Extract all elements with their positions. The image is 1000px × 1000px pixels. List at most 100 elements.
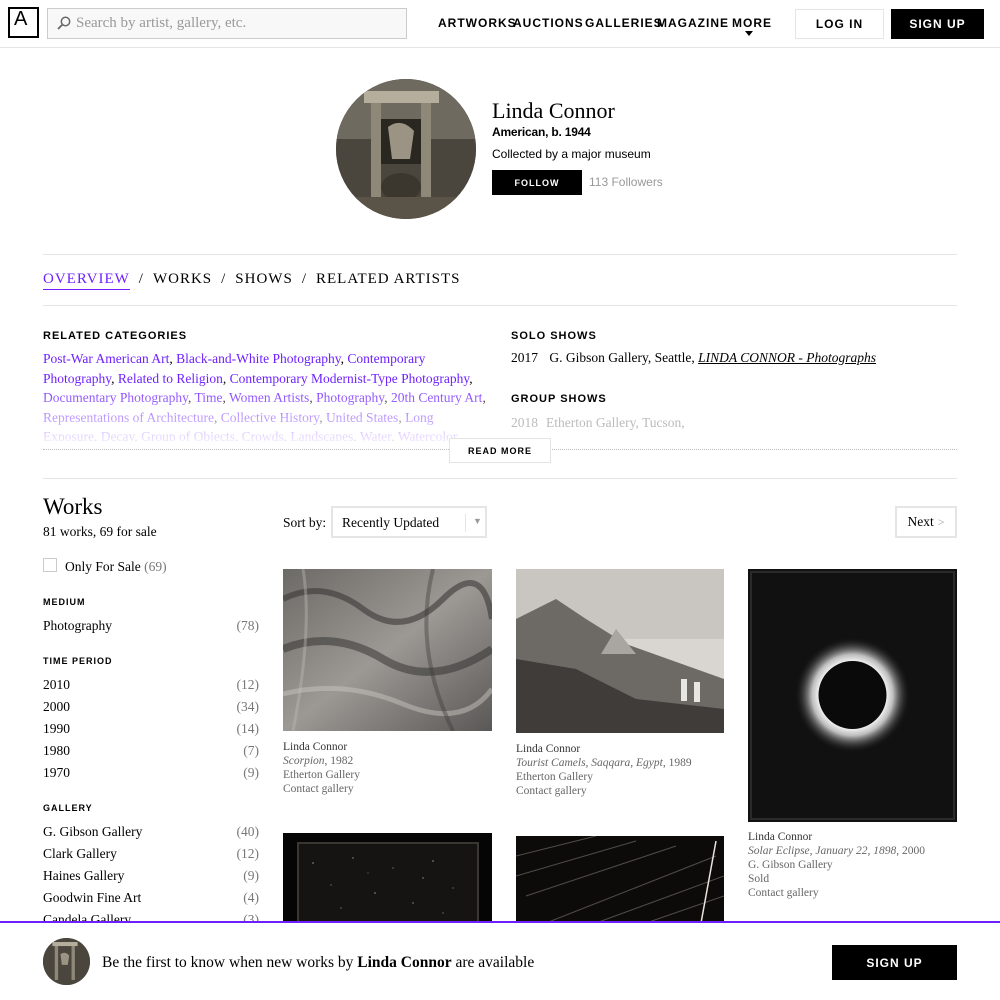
caret-down-icon: [745, 31, 753, 36]
artwork-image[interactable]: [748, 569, 957, 822]
filter-label: Photography: [43, 618, 112, 633]
filter-count: (9): [243, 765, 259, 780]
artwork-image[interactable]: [516, 836, 724, 923]
tab-works[interactable]: WORKS: [153, 271, 212, 288]
filter-period-1970[interactable]: 1970 (9): [43, 765, 259, 781]
read-more-button[interactable]: READ MORE: [449, 438, 551, 463]
artwork-title: Scorpion: [283, 755, 325, 767]
artwork-title: Solar Eclipse, January 22, 1898: [748, 845, 897, 857]
sort-select[interactable]: Recently Updated ▼: [331, 506, 487, 538]
search-icon: [57, 16, 71, 30]
search-bar[interactable]: [47, 8, 407, 39]
filter-count: (12): [236, 846, 260, 861]
next-button[interactable]: Next >: [895, 506, 957, 538]
artwork-caption[interactable]: Linda Connor Solar Eclipse, January 22, …: [748, 830, 925, 900]
filter-label: 1980: [43, 743, 70, 758]
filter-period-2000[interactable]: 2000 (34): [43, 699, 259, 715]
filter-period-1980[interactable]: 1980 (7): [43, 743, 259, 759]
divider: [43, 254, 957, 255]
banner-text-pre: Be the first to know when new works by: [102, 954, 358, 971]
next-label: Next: [907, 514, 934, 529]
tab-related-artists[interactable]: RELATED ARTISTS: [316, 271, 461, 288]
select-divider: [465, 514, 466, 532]
medium-title: MEDIUM: [43, 597, 86, 607]
artist-collected-label: Collected by a major museum: [492, 147, 651, 161]
show-venue: G. Gibson Gallery, Seattle,: [549, 350, 695, 365]
nav-auctions[interactable]: AUCTIONS: [513, 16, 584, 30]
show-year: 2017: [511, 350, 538, 365]
artwork-year: , 1982: [324, 755, 354, 767]
logo-letter: A: [14, 8, 28, 30]
artist-tabs: OVERVIEW / WORKS / SHOWS / RELATED ARTISTS: [43, 271, 461, 290]
filter-label: Goodwin Fine Art: [43, 890, 142, 905]
solo-show-item: 2017 G. Gibson Gallery, Seattle, LINDA C…: [511, 350, 876, 366]
nav-more[interactable]: MORE: [732, 16, 772, 30]
show-venue: Etherton Gallery, Tucson,: [546, 415, 685, 430]
filter-period-1990[interactable]: 1990 (14): [43, 721, 259, 737]
only-for-sale-filter[interactable]: Only For Sale (69): [43, 558, 167, 575]
banner-artist-name: Linda Connor: [357, 954, 452, 971]
related-categories-title: RELATED CATEGORIES: [43, 330, 188, 342]
nav-artworks[interactable]: ARTWORKS: [438, 16, 517, 30]
category-link[interactable]: Black-and-White Photography: [176, 351, 340, 366]
banner-signup-button[interactable]: SIGN UP: [832, 945, 957, 980]
filter-label: 2010: [43, 677, 70, 692]
nav-magazine[interactable]: MAGAZINE: [657, 16, 729, 30]
solo-shows-title: SOLO SHOWS: [511, 330, 597, 342]
sort-value: Recently Updated: [342, 515, 440, 530]
signup-button[interactable]: SIGN UP: [891, 9, 984, 39]
show-title-link[interactable]: LINDA CONNOR - Photographs: [698, 350, 876, 365]
artwork-image[interactable]: [516, 569, 724, 733]
filter-gallery-g-gibson[interactable]: G. Gibson Gallery (40): [43, 824, 259, 840]
nav-galleries[interactable]: GALLERIES: [585, 16, 663, 30]
group-show-item: 2018 Etherton Gallery, Tucson,: [511, 413, 957, 443]
filter-label: Haines Gallery: [43, 868, 125, 883]
filter-gallery-goodwin[interactable]: Goodwin Fine Art (4): [43, 890, 259, 906]
fade-overlay: [43, 380, 488, 442]
filter-label: G. Gibson Gallery: [43, 824, 143, 839]
divider: [43, 305, 957, 306]
filter-medium-photography[interactable]: Photography (78): [43, 618, 259, 634]
filter-count: (12): [236, 677, 260, 692]
show-year: 2018: [511, 415, 538, 430]
dropdown-arrow-icon: ▼: [473, 516, 482, 526]
works-count: 81 works, 69 for sale: [43, 524, 157, 539]
filter-count: (4): [243, 890, 259, 905]
gallery-title: GALLERY: [43, 803, 93, 813]
filter-count: (14): [236, 721, 260, 736]
time-period-title: TIME PERIOD: [43, 656, 113, 666]
filter-period-2010[interactable]: 2010 (12): [43, 677, 259, 693]
filter-gallery-haines[interactable]: Haines Gallery (9): [43, 868, 259, 884]
tab-shows[interactable]: SHOWS: [235, 271, 293, 288]
search-input[interactable]: [76, 9, 396, 38]
tab-overview[interactable]: OVERVIEW: [43, 271, 130, 290]
artwork-caption[interactable]: Linda Connor Tourist Camels, Saqqara, Eg…: [516, 742, 692, 798]
category-link[interactable]: Post-War American Art: [43, 351, 169, 366]
only-for-sale-label: Only For Sale: [65, 559, 141, 574]
filter-label: Clark Gallery: [43, 846, 117, 861]
chevron-right-icon: >: [937, 514, 945, 529]
banner-artist-avatar: [43, 938, 90, 985]
artwork-gallery: G. Gibson Gallery: [748, 859, 833, 871]
artwork-image[interactable]: [283, 833, 492, 923]
contact-gallery-link[interactable]: Contact gallery: [748, 886, 925, 900]
artwork-gallery: Etherton Gallery: [516, 771, 593, 783]
artwork-caption[interactable]: Linda Connor Scorpion, 1982 Etherton Gal…: [283, 740, 360, 796]
artsy-logo[interactable]: A: [8, 7, 39, 38]
followers-count: 113 Followers: [589, 175, 663, 189]
contact-gallery-link[interactable]: Contact gallery: [516, 784, 692, 798]
follow-button[interactable]: FOLLOW: [492, 170, 582, 195]
artist-name: Linda Connor: [492, 98, 615, 123]
sort-label: Sort by:: [283, 515, 327, 530]
artwork-year: , 1989: [662, 757, 692, 769]
artwork-year: , 2000: [896, 845, 925, 857]
filter-count: (7): [243, 743, 259, 758]
artwork-image[interactable]: [283, 569, 492, 731]
login-button[interactable]: LOG IN: [795, 9, 884, 39]
artwork-title: Tourist Camels, Saqqara, Egypt: [516, 757, 663, 769]
contact-gallery-link[interactable]: Contact gallery: [283, 782, 360, 796]
checkbox[interactable]: [43, 558, 57, 572]
filter-gallery-clark[interactable]: Clark Gallery (12): [43, 846, 259, 862]
divider: [43, 478, 957, 479]
artist-nationality: American, b. 1944: [492, 125, 591, 139]
